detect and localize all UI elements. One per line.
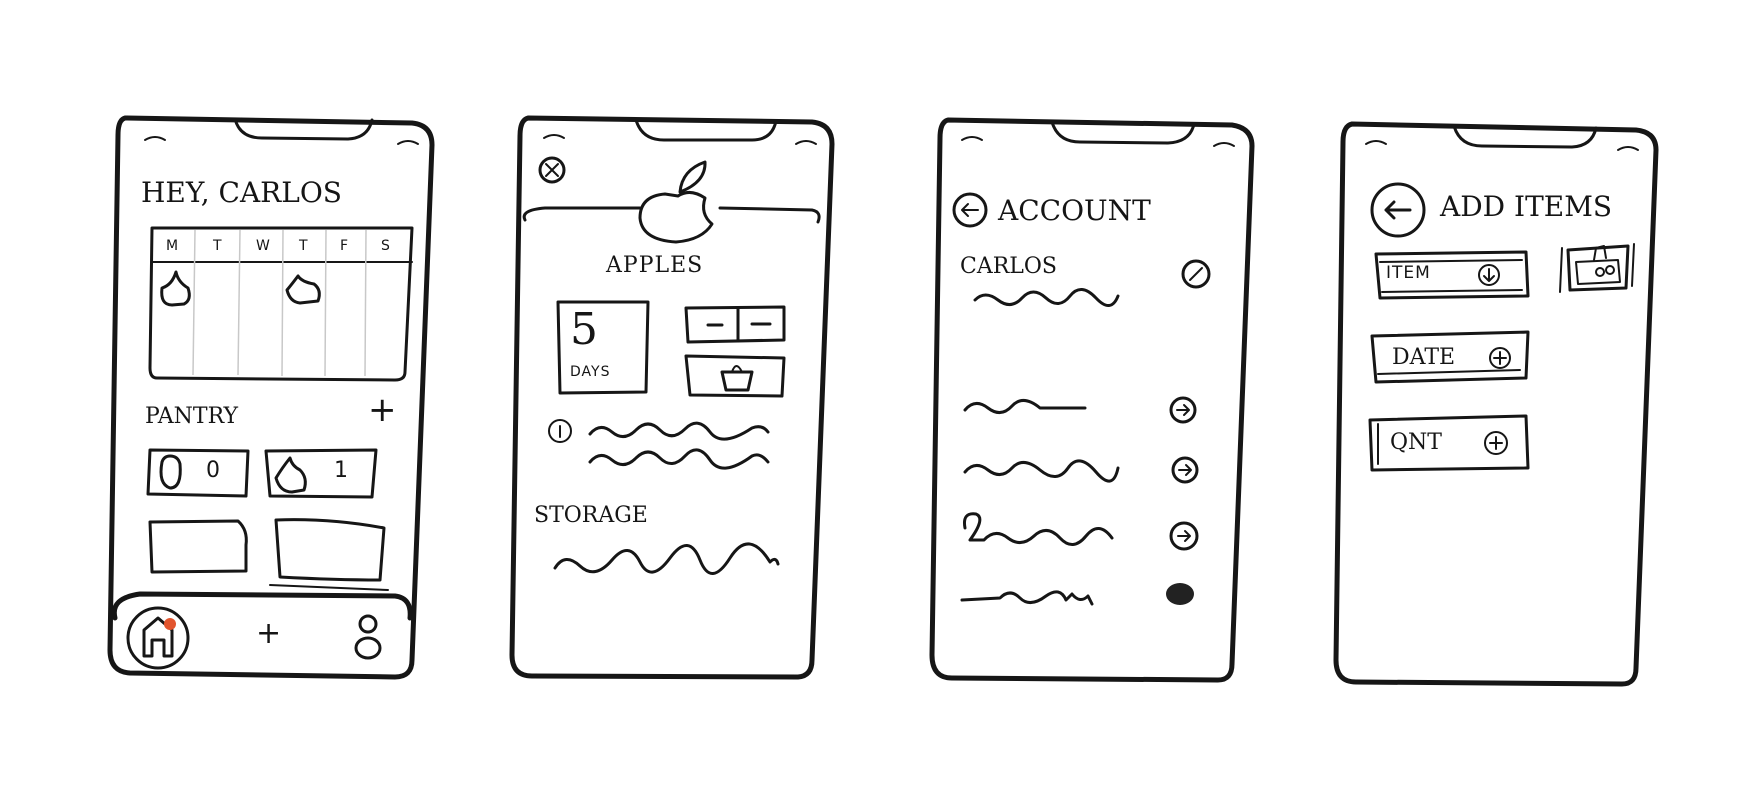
week-calendar	[148, 226, 414, 382]
home-greeting: HEY, CARLOS	[141, 176, 342, 209]
pantry-tile-jar[interactable]	[146, 448, 250, 498]
chevron-right-icon	[1176, 404, 1190, 416]
storage-scribble-text	[553, 542, 780, 575]
account-user-name: CARLOS	[960, 254, 1058, 279]
weekday-sat: S	[381, 238, 391, 254]
edit-icon[interactable]	[1181, 259, 1211, 289]
close-icon[interactable]	[538, 156, 566, 184]
pantry-tile-apple-count: 1	[334, 458, 349, 483]
add-pantry-button[interactable]: +	[368, 390, 398, 430]
pantry-tile-empty-2[interactable]	[269, 518, 389, 591]
sketch-drawing	[107, 115, 1659, 687]
notification-dot	[164, 618, 176, 630]
home-nav-button[interactable]	[126, 606, 190, 670]
home-bottom-nav	[111, 591, 413, 621]
apple-illustration	[638, 160, 714, 244]
add-items-title: ADD ITEMS	[1440, 190, 1613, 223]
settings-row-3[interactable]	[963, 512, 1199, 551]
weekday-fri: F	[340, 238, 350, 254]
pantry-tile-empty-1[interactable]	[148, 519, 248, 574]
detail-screen-frame	[509, 115, 835, 680]
chevron-right-icon	[1177, 530, 1191, 542]
weekday-wed: W	[256, 238, 271, 254]
pantry-title: PANTRY	[145, 404, 239, 429]
item-title: APPLES	[606, 253, 704, 278]
settings-row-1[interactable]	[963, 396, 1197, 424]
days-label: DAYS	[570, 364, 611, 380]
account-email-scribble	[973, 288, 1120, 307]
sketch-canvas: HEY, CARLOS M T W T F S PANTRY + 0 1 + A…	[0, 0, 1756, 791]
quantity-stepper[interactable]	[684, 305, 786, 344]
calendar-apple-icon-thu	[285, 274, 321, 305]
back-icon[interactable]	[952, 192, 988, 228]
days-value: 5	[570, 304, 599, 355]
pantry-tile-jar-count: 0	[206, 458, 221, 483]
scan-barcode-button[interactable]	[1559, 243, 1635, 293]
weekday-tue: T	[213, 238, 223, 254]
calendar-apple-icon-mon	[160, 270, 191, 307]
pantry-tile-apple[interactable]	[264, 448, 378, 499]
date-field-label: DATE	[1392, 345, 1456, 370]
add-nav-button[interactable]: +	[256, 616, 282, 651]
account-title: ACCOUNT	[998, 194, 1151, 227]
chevron-right-icon	[1178, 464, 1192, 476]
basket-button[interactable]	[684, 354, 786, 398]
weekday-thu: T	[299, 238, 309, 254]
profile-nav-icon[interactable]	[354, 614, 382, 660]
settings-row-4[interactable]	[960, 583, 1194, 606]
info-icon	[548, 419, 572, 443]
chevron-right-icon	[1166, 583, 1194, 605]
back-icon-add-items[interactable]	[1370, 182, 1426, 238]
weekday-mon: M	[166, 238, 180, 254]
settings-row-2[interactable]	[963, 456, 1199, 484]
item-field-label: ITEM	[1386, 263, 1431, 283]
info-scribble-text	[588, 421, 770, 470]
storage-title: STORAGE	[534, 503, 648, 528]
quantity-field-label: QNT	[1390, 430, 1442, 455]
